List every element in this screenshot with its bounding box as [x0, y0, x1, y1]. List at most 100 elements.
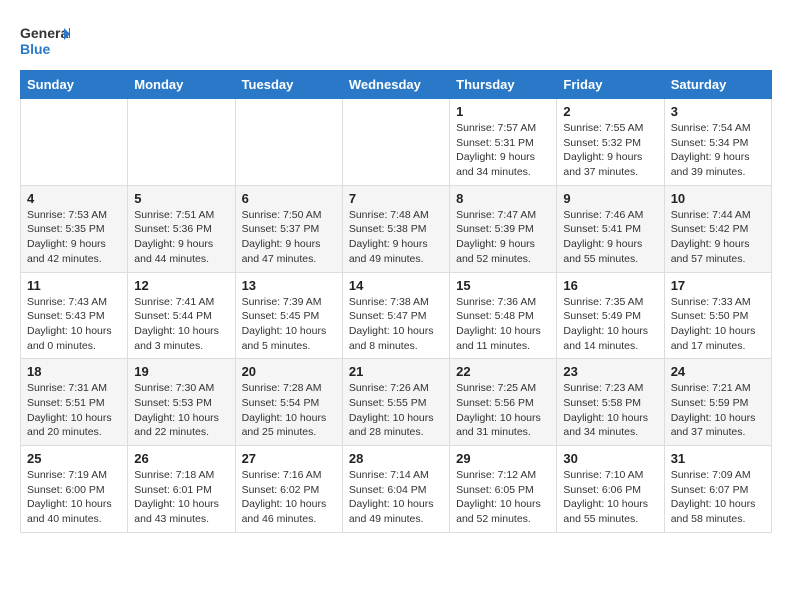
weekday-header-tuesday: Tuesday: [235, 71, 342, 99]
day-info: Sunrise: 7:18 AM Sunset: 6:01 PM Dayligh…: [134, 468, 228, 527]
day-info: Sunrise: 7:43 AM Sunset: 5:43 PM Dayligh…: [27, 295, 121, 354]
day-number: 8: [456, 191, 550, 206]
day-number: 19: [134, 364, 228, 379]
day-number: 10: [671, 191, 765, 206]
calendar-cell: 2 Sunrise: 7:55 AM Sunset: 5:32 PM Daylig…: [557, 99, 664, 186]
calendar-cell: [21, 99, 128, 186]
day-number: 4: [27, 191, 121, 206]
day-info: Sunrise: 7:53 AM Sunset: 5:35 PM Dayligh…: [27, 208, 121, 267]
calendar-cell: 15Sunrise: 7:36 AM Sunset: 5:48 PM Dayli…: [450, 272, 557, 359]
day-number: 3: [671, 104, 765, 119]
calendar-week-row: 4 Sunrise: 7:53 AM Sunset: 5:35 PM Daylig…: [21, 185, 772, 272]
day-info: Sunrise: 7:54 AM Sunset: 5:34 PM Dayligh…: [671, 121, 765, 180]
day-info: Sunrise: 7:14 AM Sunset: 6:04 PM Dayligh…: [349, 468, 443, 527]
day-info: Sunrise: 7:19 AM Sunset: 6:00 PM Dayligh…: [27, 468, 121, 527]
calendar-cell: 20 Sunrise: 7:28 AM Sunset: 5:54 PM Dayli…: [235, 359, 342, 446]
day-number: 7: [349, 191, 443, 206]
day-info: Sunrise: 7:41 AM Sunset: 5:44 PM Dayligh…: [134, 295, 228, 354]
calendar-cell: 17 Sunrise: 7:33 AM Sunset: 5:50 PM Dayli…: [664, 272, 771, 359]
svg-text:Blue: Blue: [20, 41, 51, 57]
day-number: 9: [563, 191, 657, 206]
logo: General Blue: [20, 20, 70, 60]
calendar-cell: 3 Sunrise: 7:54 AM Sunset: 5:34 PM Daylig…: [664, 99, 771, 186]
calendar-cell: 29Sunrise: 7:12 AM Sunset: 6:05 PM Dayli…: [450, 446, 557, 533]
day-number: 30: [563, 451, 657, 466]
day-number: 14: [349, 278, 443, 293]
calendar-cell: 27 Sunrise: 7:16 AM Sunset: 6:02 PM Dayli…: [235, 446, 342, 533]
day-number: 31: [671, 451, 765, 466]
calendar-cell: 25 Sunrise: 7:19 AM Sunset: 6:00 PM Dayli…: [21, 446, 128, 533]
day-number: 20: [242, 364, 336, 379]
day-number: 18: [27, 364, 121, 379]
day-info: Sunrise: 7:30 AM Sunset: 5:53 PM Dayligh…: [134, 381, 228, 440]
calendar-cell: 1Sunrise: 7:57 AM Sunset: 5:31 PM Daylig…: [450, 99, 557, 186]
calendar-cell: 5 Sunrise: 7:51 AM Sunset: 5:36 PM Daylig…: [128, 185, 235, 272]
calendar-cell: 9 Sunrise: 7:46 AM Sunset: 5:41 PM Daylig…: [557, 185, 664, 272]
calendar-cell: [235, 99, 342, 186]
calendar-cell: 18 Sunrise: 7:31 AM Sunset: 5:51 PM Dayli…: [21, 359, 128, 446]
day-info: Sunrise: 7:21 AM Sunset: 5:59 PM Dayligh…: [671, 381, 765, 440]
calendar-week-row: 18 Sunrise: 7:31 AM Sunset: 5:51 PM Dayli…: [21, 359, 772, 446]
day-number: 5: [134, 191, 228, 206]
svg-text:General: General: [20, 25, 70, 41]
day-info: Sunrise: 7:51 AM Sunset: 5:36 PM Dayligh…: [134, 208, 228, 267]
calendar-cell: 7 Sunrise: 7:48 AM Sunset: 5:38 PM Daylig…: [342, 185, 449, 272]
calendar-cell: 23 Sunrise: 7:23 AM Sunset: 5:58 PM Dayli…: [557, 359, 664, 446]
day-info: Sunrise: 7:50 AM Sunset: 5:37 PM Dayligh…: [242, 208, 336, 267]
day-number: 17: [671, 278, 765, 293]
day-info: Sunrise: 7:16 AM Sunset: 6:02 PM Dayligh…: [242, 468, 336, 527]
day-info: Sunrise: 7:47 AM Sunset: 5:39 PM Dayligh…: [456, 208, 550, 267]
day-info: Sunrise: 7:31 AM Sunset: 5:51 PM Dayligh…: [27, 381, 121, 440]
calendar-cell: [342, 99, 449, 186]
calendar-cell: 21Sunrise: 7:26 AM Sunset: 5:55 PM Dayli…: [342, 359, 449, 446]
day-info: Sunrise: 7:46 AM Sunset: 5:41 PM Dayligh…: [563, 208, 657, 267]
day-number: 12: [134, 278, 228, 293]
calendar-cell: 14 Sunrise: 7:38 AM Sunset: 5:47 PM Dayli…: [342, 272, 449, 359]
calendar-cell: 30 Sunrise: 7:10 AM Sunset: 6:06 PM Dayli…: [557, 446, 664, 533]
day-number: 15: [456, 278, 550, 293]
day-info: Sunrise: 7:33 AM Sunset: 5:50 PM Dayligh…: [671, 295, 765, 354]
calendar-cell: 31 Sunrise: 7:09 AM Sunset: 6:07 PM Dayli…: [664, 446, 771, 533]
calendar-cell: 6 Sunrise: 7:50 AM Sunset: 5:37 PM Daylig…: [235, 185, 342, 272]
calendar-cell: 12 Sunrise: 7:41 AM Sunset: 5:44 PM Dayli…: [128, 272, 235, 359]
calendar-table: SundayMondayTuesdayWednesdayThursdayFrid…: [20, 70, 772, 533]
calendar-week-row: 11 Sunrise: 7:43 AM Sunset: 5:43 PM Dayli…: [21, 272, 772, 359]
day-number: 25: [27, 451, 121, 466]
day-info: Sunrise: 7:09 AM Sunset: 6:07 PM Dayligh…: [671, 468, 765, 527]
day-info: Sunrise: 7:35 AM Sunset: 5:49 PM Dayligh…: [563, 295, 657, 354]
day-number: 29: [456, 451, 550, 466]
day-number: 6: [242, 191, 336, 206]
day-info: Sunrise: 7:28 AM Sunset: 5:54 PM Dayligh…: [242, 381, 336, 440]
day-info: Sunrise: 7:55 AM Sunset: 5:32 PM Dayligh…: [563, 121, 657, 180]
weekday-header-sunday: Sunday: [21, 71, 128, 99]
day-info: Sunrise: 7:25 AM Sunset: 5:56 PM Dayligh…: [456, 381, 550, 440]
weekday-header-row: SundayMondayTuesdayWednesdayThursdayFrid…: [21, 71, 772, 99]
calendar-cell: 11 Sunrise: 7:43 AM Sunset: 5:43 PM Dayli…: [21, 272, 128, 359]
day-number: 27: [242, 451, 336, 466]
day-number: 23: [563, 364, 657, 379]
weekday-header-wednesday: Wednesday: [342, 71, 449, 99]
weekday-header-thursday: Thursday: [450, 71, 557, 99]
calendar-cell: 16Sunrise: 7:35 AM Sunset: 5:49 PM Dayli…: [557, 272, 664, 359]
calendar-cell: 24 Sunrise: 7:21 AM Sunset: 5:59 PM Dayli…: [664, 359, 771, 446]
day-info: Sunrise: 7:10 AM Sunset: 6:06 PM Dayligh…: [563, 468, 657, 527]
day-number: 24: [671, 364, 765, 379]
calendar-cell: 26Sunrise: 7:18 AM Sunset: 6:01 PM Dayli…: [128, 446, 235, 533]
day-info: Sunrise: 7:48 AM Sunset: 5:38 PM Dayligh…: [349, 208, 443, 267]
calendar-cell: 10 Sunrise: 7:44 AM Sunset: 5:42 PM Dayli…: [664, 185, 771, 272]
calendar-cell: 13Sunrise: 7:39 AM Sunset: 5:45 PM Dayli…: [235, 272, 342, 359]
day-info: Sunrise: 7:26 AM Sunset: 5:55 PM Dayligh…: [349, 381, 443, 440]
day-info: Sunrise: 7:38 AM Sunset: 5:47 PM Dayligh…: [349, 295, 443, 354]
calendar-cell: 28Sunrise: 7:14 AM Sunset: 6:04 PM Dayli…: [342, 446, 449, 533]
weekday-header-saturday: Saturday: [664, 71, 771, 99]
day-info: Sunrise: 7:44 AM Sunset: 5:42 PM Dayligh…: [671, 208, 765, 267]
day-info: Sunrise: 7:23 AM Sunset: 5:58 PM Dayligh…: [563, 381, 657, 440]
day-number: 22: [456, 364, 550, 379]
calendar-cell: 4 Sunrise: 7:53 AM Sunset: 5:35 PM Daylig…: [21, 185, 128, 272]
calendar-cell: [128, 99, 235, 186]
calendar-cell: 8 Sunrise: 7:47 AM Sunset: 5:39 PM Daylig…: [450, 185, 557, 272]
day-number: 11: [27, 278, 121, 293]
calendar-week-row: 25 Sunrise: 7:19 AM Sunset: 6:00 PM Dayli…: [21, 446, 772, 533]
day-number: 2: [563, 104, 657, 119]
day-info: Sunrise: 7:57 AM Sunset: 5:31 PM Dayligh…: [456, 121, 550, 180]
